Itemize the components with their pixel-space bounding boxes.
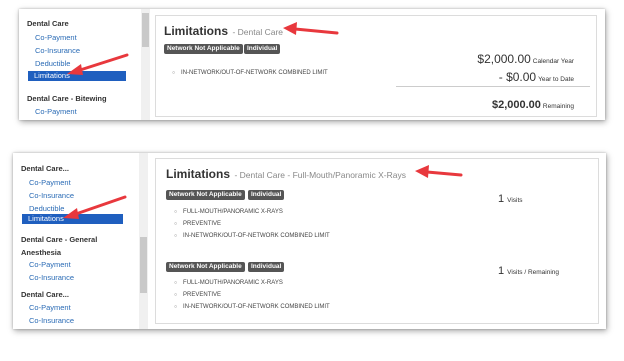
- sidebar: Dental Care... Co-Payment Co-Insurance D…: [13, 153, 143, 329]
- screenshot-panel-1: Dental Care Co-Payment Co-Insurance Dedu…: [19, 9, 605, 120]
- limit-bullet: IN-NETWORK/OUT-OF-NETWORK COMBINED LIMIT: [172, 70, 328, 76]
- amount-label: Year to Date: [538, 76, 574, 83]
- limitations-card: Limitations - Dental Care Network Not Ap…: [155, 15, 597, 117]
- limitations-card: Limitations - Dental Care - Full-Mouth/P…: [155, 158, 599, 324]
- scrollbar-thumb[interactable]: [142, 13, 149, 47]
- individual-badge: Individual: [248, 262, 285, 272]
- visits-count: 1 Visits: [498, 189, 523, 207]
- sidebar-link-co-insurance[interactable]: Co-Insurance: [29, 316, 74, 325]
- limit-bullet: PREVENTIVE: [174, 292, 221, 298]
- sidebar-link-co-payment[interactable]: Co-Payment: [29, 303, 71, 312]
- amount-year-to-date: - $0.00 Year to Date: [499, 68, 574, 86]
- screenshot-panel-2: Dental Care... Co-Payment Co-Insurance D…: [13, 153, 606, 329]
- limit-bullet: FULL-MOUTH/PANORAMIC X-RAYS: [174, 280, 283, 286]
- network-badge: Network Not Applicable: [164, 44, 243, 54]
- network-badge: Network Not Applicable: [166, 262, 245, 272]
- sidebar-link-co-payment[interactable]: Co-Payment: [35, 107, 77, 116]
- limit-bullet: FULL-MOUTH/PANORAMIC X-RAYS: [174, 209, 283, 215]
- title-subtitle: - Dental Care - Full-Mouth/Panoramic X-R…: [234, 170, 406, 180]
- red-arrow-annotation: [415, 165, 463, 178]
- amount-value: $2,000.00: [491, 99, 541, 111]
- amount-calendar-year: $2,000.00 Calendar Year: [477, 50, 574, 68]
- sidebar-link-deductible[interactable]: Deductible: [29, 204, 64, 213]
- amount-value: - $0.00: [498, 70, 537, 84]
- visits-label: Visits / Remaining: [507, 269, 560, 276]
- sidebar-link-co-payment[interactable]: Co-Payment: [35, 33, 77, 42]
- limit-bullet: IN-NETWORK/OUT-OF-NETWORK COMBINED LIMIT: [174, 233, 330, 239]
- title-main: Limitations: [164, 24, 229, 38]
- red-arrow-annotation: [67, 53, 129, 75]
- page-title: Limitations - Dental Care - Full-Mouth/P…: [166, 165, 406, 183]
- red-arrow-annotation: [283, 22, 339, 35]
- network-badge: Network Not Applicable: [166, 190, 245, 200]
- red-arrow-annotation: [63, 195, 127, 219]
- sidebar-group-dental-care: Dental Care...: [21, 164, 69, 173]
- limit-bullet: IN-NETWORK/OUT-OF-NETWORK COMBINED LIMIT: [174, 304, 330, 310]
- title-main: Limitations: [166, 167, 231, 181]
- limit-bullet: PREVENTIVE: [174, 221, 221, 227]
- sidebar-group-dental-care: Dental Care: [27, 19, 69, 28]
- sidebar-link-co-payment[interactable]: Co-Payment: [29, 260, 71, 269]
- sidebar-link-co-insurance[interactable]: Co-Insurance: [29, 273, 74, 282]
- title-subtitle: - Dental Care: [232, 27, 284, 37]
- visits-label: Visits: [507, 197, 523, 204]
- visits-remaining: 1 Visits / Remaining: [498, 261, 559, 279]
- page-title: Limitations - Dental Care: [164, 22, 283, 40]
- divider: [396, 86, 590, 87]
- amount-label: Calendar Year: [532, 58, 574, 65]
- visits-value: 1: [498, 193, 505, 205]
- sidebar-scrollbar[interactable]: [141, 9, 150, 120]
- visits-value: 1: [498, 265, 505, 277]
- scrollbar-thumb[interactable]: [140, 237, 147, 293]
- amount-value: $2,000.00: [477, 52, 531, 66]
- amount-label: Remaining: [542, 103, 574, 110]
- sidebar-scrollbar[interactable]: [139, 153, 148, 329]
- amount-remaining: $2,000.00 Remaining: [492, 95, 574, 113]
- sidebar-group-general-anesthesia: Dental Care - General Anesthesia: [21, 235, 98, 257]
- sidebar-link-co-payment[interactable]: Co-Payment: [29, 178, 71, 187]
- individual-badge: Individual: [244, 44, 281, 54]
- sidebar-group-dental-care: Dental Care...: [21, 290, 69, 299]
- individual-badge: Individual: [248, 190, 285, 200]
- sidebar-group-bitewing: Dental Care - Bitewing: [27, 94, 107, 103]
